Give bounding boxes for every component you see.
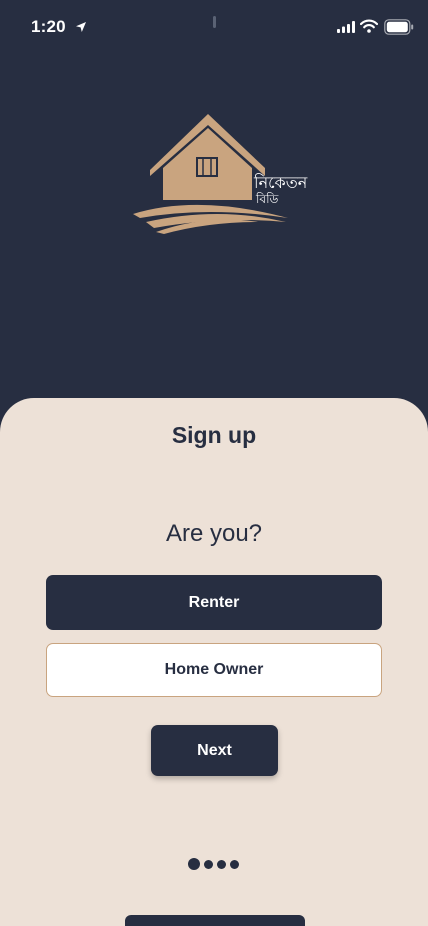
location-arrow-icon	[76, 22, 86, 32]
page-dot-2	[204, 859, 213, 869]
page-indicator	[188, 857, 239, 871]
next-button-label: Next	[197, 741, 232, 759]
home-indicator[interactable]	[125, 915, 305, 926]
logo-wordmark-line-2: বিডি	[256, 192, 279, 206]
cellular-signal-icon	[337, 21, 355, 33]
app-logo: নিকেতন বিডি	[128, 108, 318, 238]
page-title: Sign up	[171, 422, 257, 448]
role-question: Are you?	[165, 520, 263, 547]
page-dot-4	[230, 859, 239, 869]
status-bar: 1:20	[0, 0, 428, 54]
battery-icon	[384, 19, 414, 35]
home-owner-option-label: Home Owner	[164, 661, 264, 678]
renter-option-button[interactable]: Renter	[46, 575, 382, 630]
status-time: 1:20	[31, 17, 66, 36]
signup-sheet: Sign up Are you? Renter Home Owner Next	[0, 398, 428, 926]
wifi-icon	[360, 19, 378, 33]
next-button[interactable]: Next	[151, 725, 278, 776]
page-dot-3	[217, 859, 226, 869]
renter-option-label: Renter	[188, 593, 240, 611]
camera-notch-marker	[213, 16, 216, 28]
home-owner-option-button[interactable]: Home Owner	[46, 643, 382, 697]
page-dot-1	[188, 858, 200, 870]
